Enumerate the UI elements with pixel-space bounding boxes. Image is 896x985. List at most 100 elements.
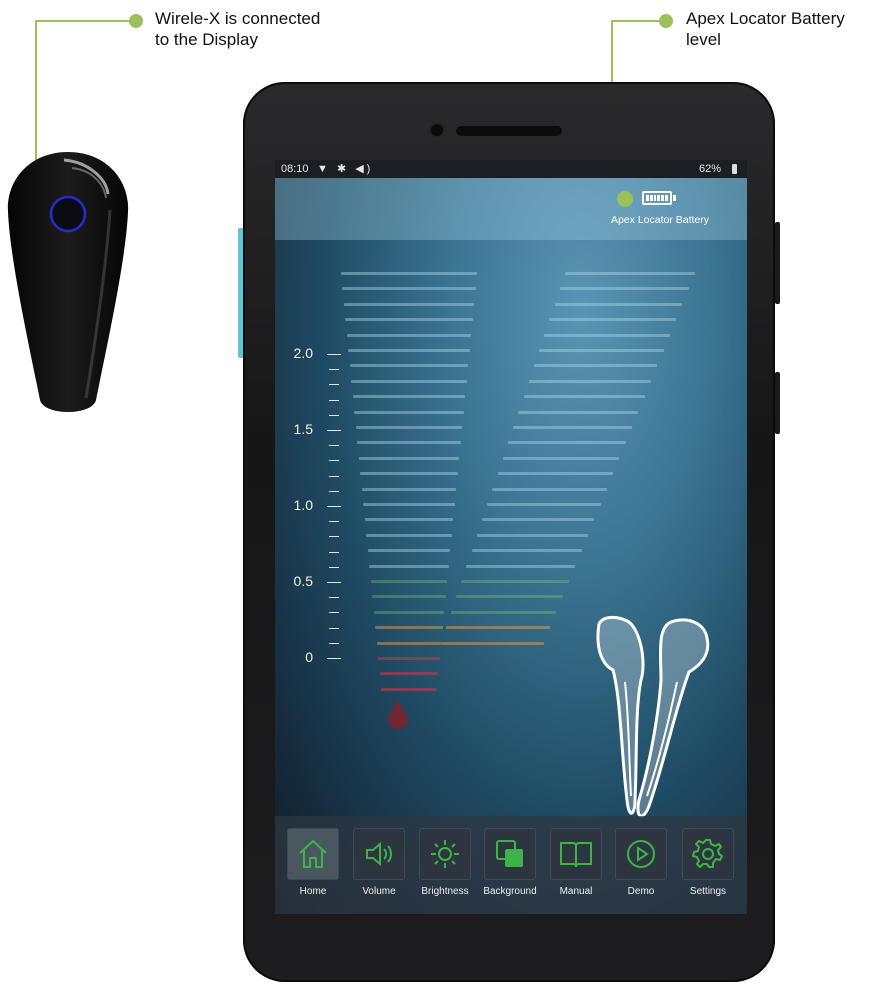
canal-bar-right <box>528 379 651 383</box>
canal-bar-left <box>343 302 475 306</box>
canal-bar-right <box>476 533 588 537</box>
scale-tick <box>329 597 339 599</box>
canal-bar-right <box>539 349 664 352</box>
scale-label: 0.5 <box>293 573 313 589</box>
scale-tick <box>327 506 341 507</box>
canal-bar-left <box>349 364 469 368</box>
scale-label: 0 <box>305 649 313 665</box>
canal-bar-left <box>370 580 448 583</box>
canal-bar-left <box>352 395 466 399</box>
canal-bar-left <box>364 518 454 522</box>
canal-bar-left <box>351 379 467 383</box>
header-band <box>275 178 747 240</box>
canal-bar-left <box>372 595 446 599</box>
wirele-x-device <box>7 152 129 412</box>
canal-bar-right <box>554 302 683 306</box>
volume-icon[interactable] <box>353 828 405 880</box>
status-battery-icon <box>732 164 737 174</box>
canal-bar-left <box>367 549 451 553</box>
layers-icon[interactable] <box>484 828 536 880</box>
canal-bar-right <box>507 441 626 445</box>
nav-label: Home <box>299 886 327 897</box>
scale-tick <box>327 658 341 659</box>
nav-item-settings[interactable]: Settings <box>680 828 736 897</box>
home-icon[interactable] <box>287 828 339 880</box>
battery-tip <box>673 195 676 201</box>
canal-bar-left <box>366 533 452 537</box>
scale-tick <box>327 430 341 431</box>
canal-bar-right <box>497 472 614 476</box>
canal-bar-left <box>345 318 473 322</box>
play-icon[interactable] <box>615 828 667 880</box>
status-battery-percent: 62% <box>698 163 721 175</box>
canal-bar-right <box>492 487 607 491</box>
power-button[interactable] <box>775 222 780 304</box>
canal-bar-right <box>450 610 557 614</box>
bottom-nav: Home Volume Brightness Background i Manual Dem… <box>275 816 747 914</box>
scale-label: 2.0 <box>293 345 313 361</box>
nav-label: Volume <box>362 886 396 897</box>
canal-bar-right <box>445 626 551 630</box>
canal-bar-right <box>518 410 639 414</box>
canal-bar-left <box>342 287 476 291</box>
canal-bar-right <box>482 518 595 522</box>
canal-bar-right <box>461 580 570 583</box>
nav-item-demo[interactable]: Demo <box>613 828 669 897</box>
scale-tick <box>329 399 339 401</box>
nav-label: Brightness <box>421 886 469 897</box>
canal-bar-left <box>358 456 460 460</box>
canal-bar-left <box>355 426 463 429</box>
svg-text:i: i <box>574 849 578 864</box>
nav-item-background[interactable]: Background <box>482 828 538 897</box>
canal-bar-left <box>354 410 464 414</box>
front-camera <box>431 124 443 136</box>
status-time: 08:10 <box>281 163 309 175</box>
nav-label: Settings <box>689 886 727 897</box>
scale-tick <box>329 460 339 462</box>
canal-bar-left <box>360 472 458 476</box>
scale-label: 1.0 <box>293 497 313 513</box>
nav-label: Demo <box>627 886 655 897</box>
canal-bar-left <box>375 626 443 630</box>
book-info-icon[interactable]: i <box>550 828 602 880</box>
canal-bar-right <box>471 549 582 553</box>
tablet-bottom-bezel <box>275 914 747 960</box>
nav-item-volume[interactable]: Volume <box>351 828 407 897</box>
canal-bar-right <box>487 503 601 506</box>
canal-bar-left <box>378 657 440 660</box>
canal-bar-left <box>348 349 470 352</box>
canal-bar-left <box>363 503 455 506</box>
canal-bar-right <box>523 395 645 399</box>
scale-tick <box>329 445 339 447</box>
tooth-roots-icon <box>596 615 710 818</box>
volume-button[interactable] <box>775 372 780 434</box>
scale-tick <box>329 551 339 553</box>
remote-annotation-text: Wirele-X is connected to the Display <box>155 9 321 49</box>
canal-bar-left <box>341 272 477 275</box>
status-bar: 08:10 ▼ ✱ ◀) 62% <box>275 160 747 178</box>
scale-tick <box>327 582 341 583</box>
nav-item-home[interactable]: Home <box>285 828 341 897</box>
canal-bar-left <box>369 564 449 568</box>
nav-item-manual[interactable]: i Manual <box>548 828 604 897</box>
scale-tick <box>329 384 339 386</box>
droplet-icon <box>388 699 408 729</box>
canal-bar-right <box>559 287 689 291</box>
sun-icon[interactable] <box>419 828 471 880</box>
battery-label: Apex Locator Battery <box>610 214 710 226</box>
canal-bar-left <box>361 487 457 491</box>
status-icons: ▼ ✱ ◀) <box>317 163 374 175</box>
canal-bar-right <box>466 564 576 568</box>
gear-icon[interactable] <box>682 828 734 880</box>
canal-bar-left <box>346 333 472 337</box>
scale-tick <box>329 627 339 629</box>
scale-tick <box>329 536 339 538</box>
canal-bar-right <box>502 456 620 460</box>
scale-tick <box>329 414 339 416</box>
canal-bar-right <box>440 641 544 645</box>
battery-full-icon <box>642 191 672 205</box>
battery-annotation-leader <box>612 20 662 22</box>
canal-bar-right <box>549 318 677 322</box>
remote-annotation-leader <box>36 20 132 22</box>
nav-item-brightness[interactable]: Brightness <box>417 828 473 897</box>
